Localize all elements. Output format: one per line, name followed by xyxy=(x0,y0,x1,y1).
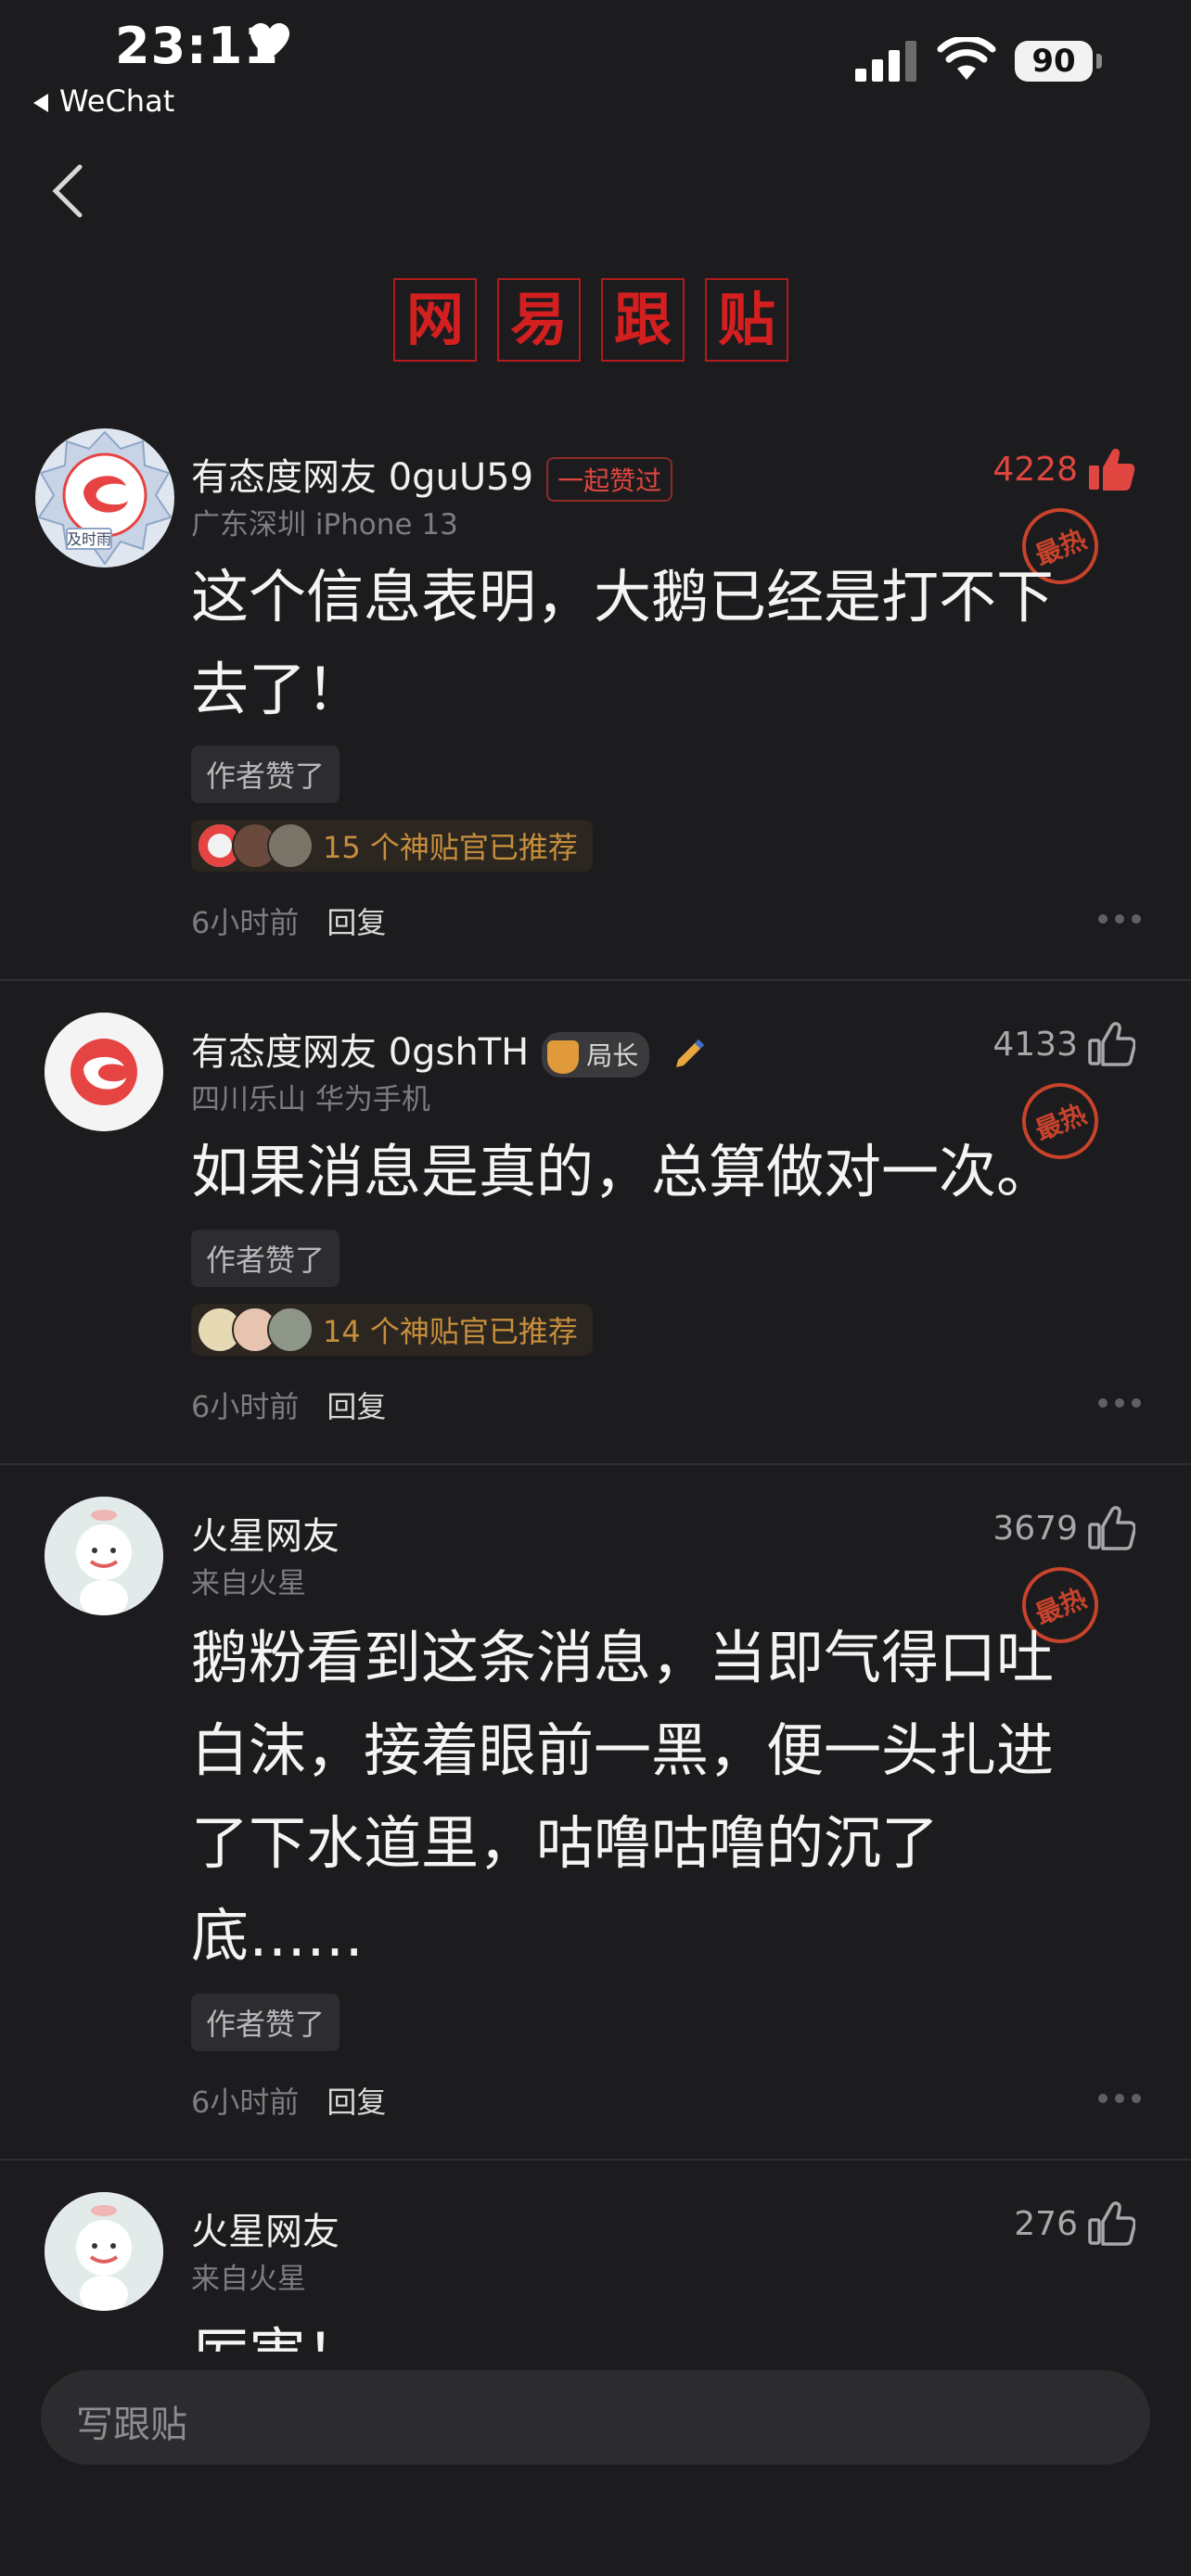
shield-icon xyxy=(547,1039,580,1074)
more-icon[interactable] xyxy=(1098,914,1141,924)
thumbs-up-icon xyxy=(1088,2201,1135,2246)
avatar-badge-text: 及时雨 xyxy=(67,530,111,548)
like-count: 276 xyxy=(1014,2204,1078,2243)
mars-mascot-icon xyxy=(45,2192,163,2311)
brand-char: 跟 xyxy=(601,278,685,362)
like-count: 4228 xyxy=(992,450,1078,489)
comment-time: 6小时前 xyxy=(191,905,300,940)
netease-logo-icon xyxy=(45,1013,163,1131)
comment-footer: 6小时前 回复 xyxy=(191,1384,386,1426)
comment-text[interactable]: 如果消息是真的，总算做对一次。 xyxy=(191,1126,1109,1218)
comment-username[interactable]: 火星网友 xyxy=(191,1506,339,1560)
pen-icon xyxy=(676,1039,704,1067)
status-bar: 23:11 WeChat 90 xyxy=(0,0,1191,130)
author-liked-tag: 作者赞了 xyxy=(191,746,340,803)
username-text: 有态度网友 0guU59 xyxy=(191,456,534,499)
like-button[interactable]: 4228 xyxy=(992,447,1135,491)
like-button[interactable]: 4133 xyxy=(992,1022,1135,1066)
comment-text[interactable]: 鹅粉看到这条消息，当即气得口吐白沫，接着眼前一黑，便一头扎进了下水道里，咕噜咕噜… xyxy=(191,1612,1109,1983)
back-to-app-link[interactable]: WeChat xyxy=(33,83,174,119)
thumbs-up-icon xyxy=(1088,1506,1135,1550)
comment-footer: 6小时前 回复 xyxy=(191,899,386,942)
thumbs-up-icon xyxy=(1089,448,1135,491)
divider xyxy=(0,2159,1191,2161)
battery-indicator: 90 xyxy=(1015,41,1093,82)
like-count: 3679 xyxy=(992,1509,1078,1548)
more-icon[interactable] xyxy=(1098,2094,1141,2103)
comment-footer: 6小时前 回复 xyxy=(191,2079,386,2122)
like-button[interactable]: 3679 xyxy=(992,1506,1135,1550)
comment-time: 6小时前 xyxy=(191,2085,300,2120)
thumbs-up-icon xyxy=(1088,1022,1135,1066)
like-button[interactable]: 276 xyxy=(1014,2201,1135,2246)
mini-avatar xyxy=(267,823,314,869)
rank-label: 局长 xyxy=(586,1039,639,1071)
mars-mascot-icon xyxy=(45,1497,163,1615)
like-count: 4133 xyxy=(992,1025,1078,1064)
comment-meta: 四川乐山 华为手机 xyxy=(191,1083,430,1116)
comment-time: 6小时前 xyxy=(191,1389,300,1424)
username-text: 有态度网友 0gshTH xyxy=(191,1031,530,1074)
back-arrow-icon[interactable] xyxy=(48,163,89,219)
recommend-text: 14 个神贴官已推荐 xyxy=(323,1314,578,1349)
rank-badge: 局长 xyxy=(542,1031,650,1078)
wifi-icon xyxy=(937,37,996,80)
heart-icon xyxy=(250,23,289,59)
back-app-label: WeChat xyxy=(59,83,175,119)
avatar[interactable]: 及时雨 xyxy=(35,428,174,567)
recommend-bar[interactable]: 14 个神贴官已推荐 xyxy=(191,1304,593,1356)
brand-title: 网 易 跟 贴 xyxy=(393,278,788,362)
recommend-text: 15 个神贴官已推荐 xyxy=(323,830,578,865)
brand-char: 网 xyxy=(393,278,477,362)
author-liked-tag: 作者赞了 xyxy=(191,1994,340,2051)
back-triangle-icon xyxy=(33,94,48,112)
avatar[interactable] xyxy=(45,1497,163,1615)
reply-button[interactable]: 回复 xyxy=(327,905,386,940)
comment-input[interactable]: 写跟贴 xyxy=(41,2370,1150,2465)
brand-char: 易 xyxy=(497,278,581,362)
avatar[interactable] xyxy=(45,1013,163,1131)
comment-meta: 来自火星 xyxy=(191,2263,306,2296)
comment-text[interactable]: 这个信息表明，大鹅已经是打不下去了！ xyxy=(191,551,1109,736)
comment-username[interactable]: 有态度网友 0gshTH 局长 xyxy=(191,1022,708,1078)
comment-username[interactable]: 火星网友 xyxy=(191,2201,339,2255)
comment-text[interactable]: 厉害！ xyxy=(191,2309,1109,2352)
signal-icon xyxy=(855,41,916,82)
more-icon[interactable] xyxy=(1098,1398,1141,1408)
divider xyxy=(0,1463,1191,1465)
author-liked-tag: 作者赞了 xyxy=(191,1230,340,1287)
brand-char: 贴 xyxy=(705,278,788,362)
recommend-bar[interactable]: 15 个神贴官已推荐 xyxy=(191,820,593,872)
avatar[interactable] xyxy=(45,2192,163,2311)
comment-username[interactable]: 有态度网友 0guU59 一起赞过 xyxy=(191,447,673,502)
reply-button[interactable]: 回复 xyxy=(327,1389,386,1424)
comment-meta: 来自火星 xyxy=(191,1567,306,1600)
netease-logo-icon: 及时雨 xyxy=(37,430,173,566)
mini-avatar xyxy=(267,1307,314,1353)
together-liked-badge: 一起赞过 xyxy=(546,457,673,502)
battery-tip xyxy=(1096,54,1102,69)
comment-meta: 广东深圳 iPhone 13 xyxy=(191,508,458,542)
input-placeholder: 写跟贴 xyxy=(76,2404,187,2446)
reply-button[interactable]: 回复 xyxy=(327,2085,386,2120)
divider xyxy=(0,979,1191,981)
